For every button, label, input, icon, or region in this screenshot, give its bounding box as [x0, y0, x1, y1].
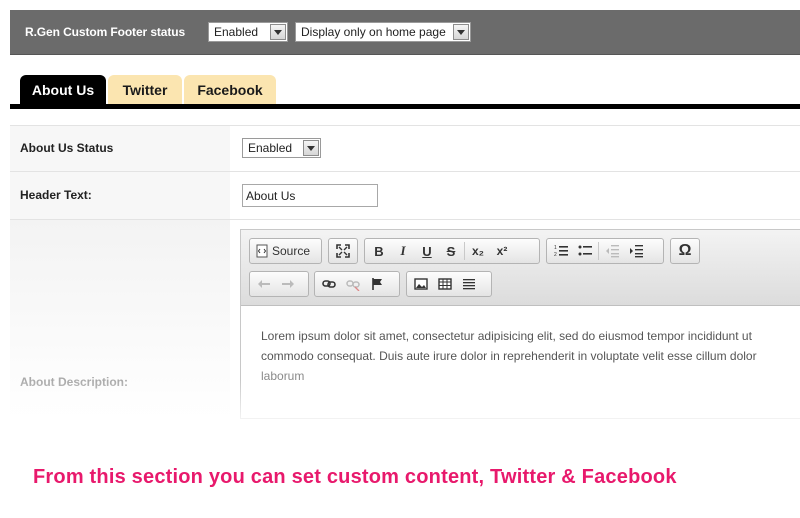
insert-group: [406, 271, 492, 297]
indent-icon: [630, 245, 643, 258]
undo-icon: [258, 280, 270, 288]
content-line: commodo consequat. Duis aute irure dolor…: [261, 349, 757, 363]
unlink-icon: [346, 280, 360, 291]
image-icon: [414, 278, 428, 290]
source-label: Source: [272, 244, 311, 258]
list-group: 12: [546, 238, 664, 264]
header-text-label: Header Text:: [20, 188, 92, 202]
footer-status-select[interactable]: Enabled: [208, 22, 288, 42]
anchor-button[interactable]: [365, 273, 389, 295]
flag-icon: [372, 278, 382, 290]
svg-text:2: 2: [554, 252, 557, 258]
about-status-label: About Us Status: [20, 141, 114, 155]
chevron-down-icon: [270, 24, 286, 40]
format-group: B I U S x₂ x²: [364, 238, 540, 264]
maximize-button[interactable]: [331, 240, 355, 262]
chevron-down-icon: [303, 140, 319, 156]
bold-button[interactable]: B: [367, 240, 391, 262]
link-group: [314, 271, 400, 297]
indent-button[interactable]: [624, 240, 648, 262]
source-group: Source: [249, 238, 322, 264]
about-status-value: Enabled: [248, 141, 293, 155]
underline-button[interactable]: U: [415, 240, 439, 262]
special-char-button[interactable]: Ω: [673, 240, 697, 262]
link-button[interactable]: [317, 273, 341, 295]
tab-divider: [10, 104, 800, 109]
subscript-button[interactable]: x₂: [466, 240, 490, 262]
chevron-down-icon: [453, 24, 469, 40]
promo-caption: From this section you can set custom con…: [33, 466, 677, 488]
redo-button[interactable]: [276, 273, 300, 295]
settings-page: R.Gen Custom Footer status Enabled Displ…: [0, 0, 800, 518]
bulleted-list-icon: [578, 245, 592, 256]
special-char-group: Ω: [670, 238, 700, 264]
row-divider: [10, 171, 800, 172]
footer-status-value: Enabled: [214, 25, 259, 39]
display-mode-value: Display only on home page: [301, 25, 446, 39]
row-divider: [10, 125, 800, 126]
toolbar-separator: [464, 242, 465, 260]
numbered-list-button[interactable]: 12: [549, 240, 573, 262]
unlink-button[interactable]: [341, 273, 365, 295]
editor-content[interactable]: Lorem ipsum dolor sit amet, consectetur …: [261, 326, 800, 386]
maximize-group: [328, 238, 358, 264]
toolbar-separator: [598, 242, 599, 260]
outdent-icon: [606, 245, 619, 258]
svg-text:1: 1: [554, 245, 557, 251]
horizontal-rule-button[interactable]: [457, 273, 481, 295]
footer-status-label: R.Gen Custom Footer status: [25, 25, 186, 39]
strikethrough-button[interactable]: S: [439, 240, 463, 262]
bulleted-list-button[interactable]: [573, 240, 597, 262]
undo-button[interactable]: [252, 273, 276, 295]
display-mode-select[interactable]: Display only on home page: [295, 22, 471, 42]
about-status-select[interactable]: Enabled: [242, 138, 321, 158]
tab-twitter[interactable]: Twitter: [108, 75, 182, 105]
source-icon: [256, 244, 268, 258]
outdent-button[interactable]: [600, 240, 624, 262]
row-divider: [10, 219, 800, 220]
superscript-button[interactable]: x²: [490, 240, 514, 262]
table-icon: [438, 278, 452, 290]
source-button[interactable]: Source: [252, 240, 313, 262]
maximize-icon: [336, 244, 350, 258]
horizontal-rule-icon: [463, 279, 475, 290]
link-icon: [322, 280, 336, 288]
tab-about-us[interactable]: About Us: [20, 75, 106, 105]
tab-facebook[interactable]: Facebook: [184, 75, 276, 105]
history-group: [249, 271, 309, 297]
fade-overlay: [0, 380, 800, 430]
editor-toolbar: Source B I U S x₂ x² 12 Ω: [241, 230, 800, 306]
redo-icon: [282, 280, 294, 288]
header-text-input[interactable]: About Us: [242, 184, 378, 207]
image-button[interactable]: [409, 273, 433, 295]
table-button[interactable]: [433, 273, 457, 295]
italic-button[interactable]: I: [391, 240, 415, 262]
content-line: Lorem ipsum dolor sit amet, consectetur …: [261, 329, 752, 343]
numbered-list-icon: 12: [554, 245, 568, 258]
